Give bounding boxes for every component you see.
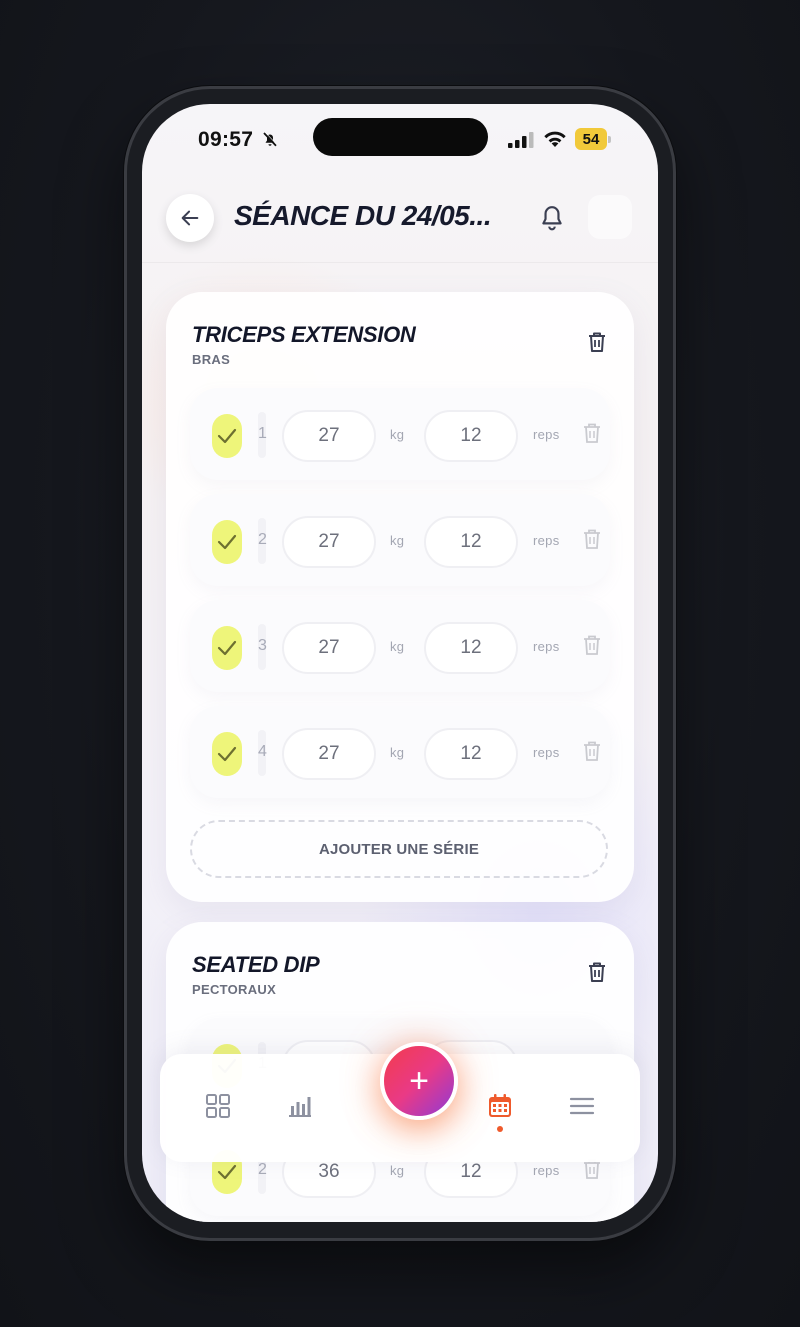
reps-input[interactable]: 12	[424, 516, 518, 568]
trash-icon[interactable]	[586, 960, 608, 984]
weight-unit: kg	[390, 533, 405, 548]
exercise-name: SEATED DIP	[192, 952, 320, 977]
dashboard-icon[interactable]	[204, 1092, 232, 1120]
set-done-toggle[interactable]	[212, 520, 242, 564]
add-set-button[interactable]: AJOUTER UNE SÉRIE	[190, 820, 608, 878]
weight-unit: kg	[390, 1163, 405, 1178]
set-done-toggle[interactable]	[212, 414, 242, 458]
check-icon	[217, 428, 237, 444]
stats-icon[interactable]	[286, 1092, 314, 1120]
reps-unit: reps	[533, 533, 560, 548]
set-number: 1	[258, 425, 267, 442]
reps-input[interactable]: 12	[424, 728, 518, 780]
calendar-icon[interactable]	[486, 1092, 514, 1120]
exercise-card: TRICEPS EXTENSION BRAS 1 27 kg 12 reps 2…	[166, 292, 634, 902]
reps-unit: reps	[533, 427, 560, 442]
weight-unit: kg	[390, 427, 405, 442]
active-indicator	[497, 1126, 503, 1132]
check-icon	[217, 534, 237, 550]
set-row: 3 27 kg 12 reps	[190, 600, 610, 692]
back-button[interactable]	[166, 194, 214, 242]
menu-icon[interactable]	[568, 1092, 596, 1120]
exercise-category: PECTORAUX	[192, 982, 277, 997]
app-screen: 09:57 54 SÉANCE DU 24/05... TRICEPS EXTE…	[142, 104, 658, 1222]
header-divider	[142, 262, 658, 263]
bottom-nav: +	[160, 1042, 640, 1162]
battery-indicator: 54	[575, 128, 611, 150]
trash-icon[interactable]	[582, 634, 602, 656]
bell-icon[interactable]	[539, 204, 565, 232]
check-icon	[217, 746, 237, 762]
status-time: 09:57	[198, 128, 254, 151]
set-number: 4	[258, 743, 267, 760]
reps-unit: reps	[533, 1163, 560, 1178]
header-action-button[interactable]	[588, 195, 632, 239]
page-title: SÉANCE DU 24/05...	[234, 200, 492, 231]
reps-input[interactable]: 12	[424, 622, 518, 674]
weight-unit: kg	[390, 639, 405, 654]
signal-icon	[508, 132, 534, 148]
exercise-category: BRAS	[192, 352, 231, 367]
set-row: 4 27 kg 12 reps	[190, 706, 610, 798]
trash-icon[interactable]	[582, 740, 602, 762]
bell-off-icon	[263, 131, 278, 147]
set-number: 2	[258, 531, 267, 548]
exercise-name: TRICEPS EXTENSION	[192, 322, 416, 347]
reps-unit: reps	[533, 639, 560, 654]
set-number: 2	[258, 1161, 267, 1178]
arrow-left-icon	[181, 210, 199, 226]
add-button[interactable]: +	[380, 1042, 458, 1120]
trash-icon[interactable]	[582, 528, 602, 550]
set-done-toggle[interactable]	[212, 732, 242, 776]
reps-unit: reps	[533, 745, 560, 760]
reps-input[interactable]: 12	[424, 410, 518, 462]
trash-icon[interactable]	[582, 422, 602, 444]
trash-icon[interactable]	[586, 330, 608, 354]
set-row: 2 27 kg 12 reps	[190, 494, 610, 586]
weight-input[interactable]: 27	[282, 410, 376, 462]
set-number: 3	[258, 637, 267, 654]
weight-input[interactable]: 27	[282, 516, 376, 568]
check-icon	[217, 640, 237, 656]
set-done-toggle[interactable]	[212, 626, 242, 670]
weight-input[interactable]: 27	[282, 728, 376, 780]
dynamic-island	[313, 118, 488, 156]
weight-input[interactable]: 27	[282, 622, 376, 674]
check-icon	[217, 1164, 237, 1180]
weight-unit: kg	[390, 745, 405, 760]
wifi-icon	[544, 131, 566, 147]
set-row: 1 27 kg 12 reps	[190, 388, 610, 480]
battery-level: 54	[575, 128, 607, 150]
